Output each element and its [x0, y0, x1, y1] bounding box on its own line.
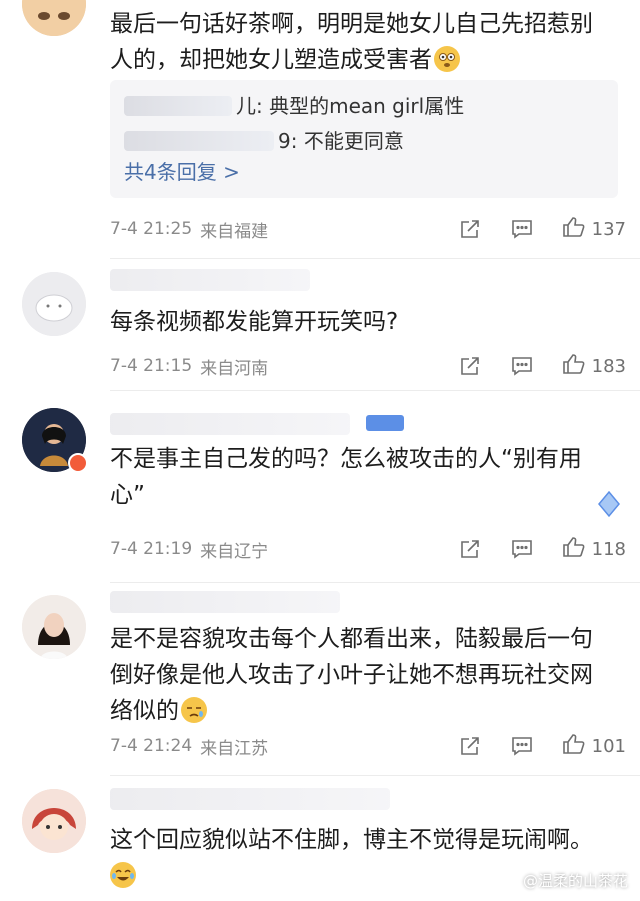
comment-time: 7-4 21:25: [110, 219, 193, 239]
comment-text: 这个回应貌似站不住脚，博主不觉得是玩闹啊。: [110, 827, 593, 853]
flushed-emoji-icon: [434, 46, 460, 72]
comment-location: 来自辽宁: [200, 541, 269, 562]
share-icon[interactable]: [458, 735, 482, 757]
comment-meta: 7-4 21:19 来自辽宁 118: [110, 534, 626, 564]
username-blurred[interactable]: [110, 591, 340, 613]
comment-icon[interactable]: [510, 218, 534, 240]
comment-item: 是不是容貌攻击每个人都看出来，陆毅最后一句倒好像是他人攻击了小叶子让她不想再玩社…: [0, 583, 640, 773]
comment-location: 来自河南: [200, 358, 269, 379]
comment-icon[interactable]: [510, 538, 534, 560]
comment-location: 来自江苏: [200, 738, 269, 759]
diamond-icon: [594, 489, 624, 523]
comment-text: 不是事主自己发的吗？怎么被攻击的人“别有用心”: [110, 446, 582, 508]
username-blurred[interactable]: [110, 413, 350, 435]
reply-username-blurred: [124, 131, 274, 151]
username-blurred[interactable]: [110, 788, 390, 810]
comment-time: 7-4 21:24: [110, 736, 193, 756]
sleepy-emoji-icon: [181, 697, 207, 723]
like-button[interactable]: 137: [562, 215, 626, 243]
comment-item: 不是事主自己发的吗？怎么被攻击的人“别有用心” 7-4 21:19 来自辽宁 1…: [0, 391, 640, 581]
comment-text: 最后一句话好茶啊，明明是她女儿自己先招惹别人的，却把她女儿塑造成受害者: [110, 11, 593, 73]
comment-icon[interactable]: [510, 355, 534, 377]
verified-badge-icon: [68, 453, 88, 473]
comment-actions: 101: [458, 731, 626, 761]
comment-meta: 7-4 21:24 来自江苏 101: [110, 731, 626, 761]
like-count: 183: [591, 355, 626, 377]
comment-icon[interactable]: [510, 735, 534, 757]
comment-actions: 137: [458, 214, 626, 244]
like-button[interactable]: 183: [562, 352, 626, 380]
comment-text: 每条视频都发能算开玩笑吗?: [110, 309, 399, 335]
username-blurred[interactable]: [110, 269, 310, 291]
like-icon: [562, 535, 586, 563]
share-icon[interactable]: [458, 218, 482, 240]
comment-meta: 7-4 21:25 来自福建 137: [110, 214, 626, 244]
like-count: 137: [591, 218, 626, 240]
comment-actions: 118: [458, 534, 626, 564]
share-icon[interactable]: [458, 538, 482, 560]
comment-actions: 183: [458, 351, 626, 381]
laughing-crying-emoji-icon: [110, 862, 136, 888]
like-icon: [562, 732, 586, 760]
like-count: 101: [591, 735, 626, 757]
comment-text: 是不是容貌攻击每个人都看出来，陆毅最后一句倒好像是他人攻击了小叶子让她不想再玩社…: [110, 626, 593, 724]
reply-box[interactable]: 儿: 典型的mean girl属性 9: 不能更同意 共4条回复 >: [110, 80, 618, 198]
more-replies-link[interactable]: 共4条回复 >: [124, 156, 240, 185]
reply-username-blurred: [124, 96, 232, 116]
reply-item: 儿: 典型的mean girl属性: [124, 90, 464, 119]
like-icon: [562, 352, 586, 380]
like-button[interactable]: 101: [562, 732, 626, 760]
avatar[interactable]: [22, 0, 86, 36]
comment-time: 7-4 21:15: [110, 356, 193, 376]
reply-item: 9: 不能更同意: [124, 125, 404, 154]
avatar[interactable]: [22, 272, 86, 336]
comment-item: 最后一句话好茶啊，明明是她女儿自己先招惹别人的，却把她女儿塑造成受害者 儿: 典…: [0, 0, 640, 255]
like-button[interactable]: 118: [562, 535, 626, 563]
like-icon: [562, 215, 586, 243]
comment-location: 来自福建: [200, 221, 269, 242]
share-icon[interactable]: [458, 355, 482, 377]
like-count: 118: [591, 538, 626, 560]
comment-time: 7-4 21:19: [110, 539, 193, 559]
comment-meta: 7-4 21:15 来自河南 183: [110, 351, 626, 381]
comment-item: 每条视频都发能算开玩笑吗? 7-4 21:15 来自河南 183: [0, 259, 640, 389]
avatar[interactable]: [22, 595, 86, 659]
watermark: @温柔的山茶花: [522, 872, 628, 890]
fan-badge: [366, 415, 404, 431]
avatar[interactable]: [22, 789, 86, 853]
